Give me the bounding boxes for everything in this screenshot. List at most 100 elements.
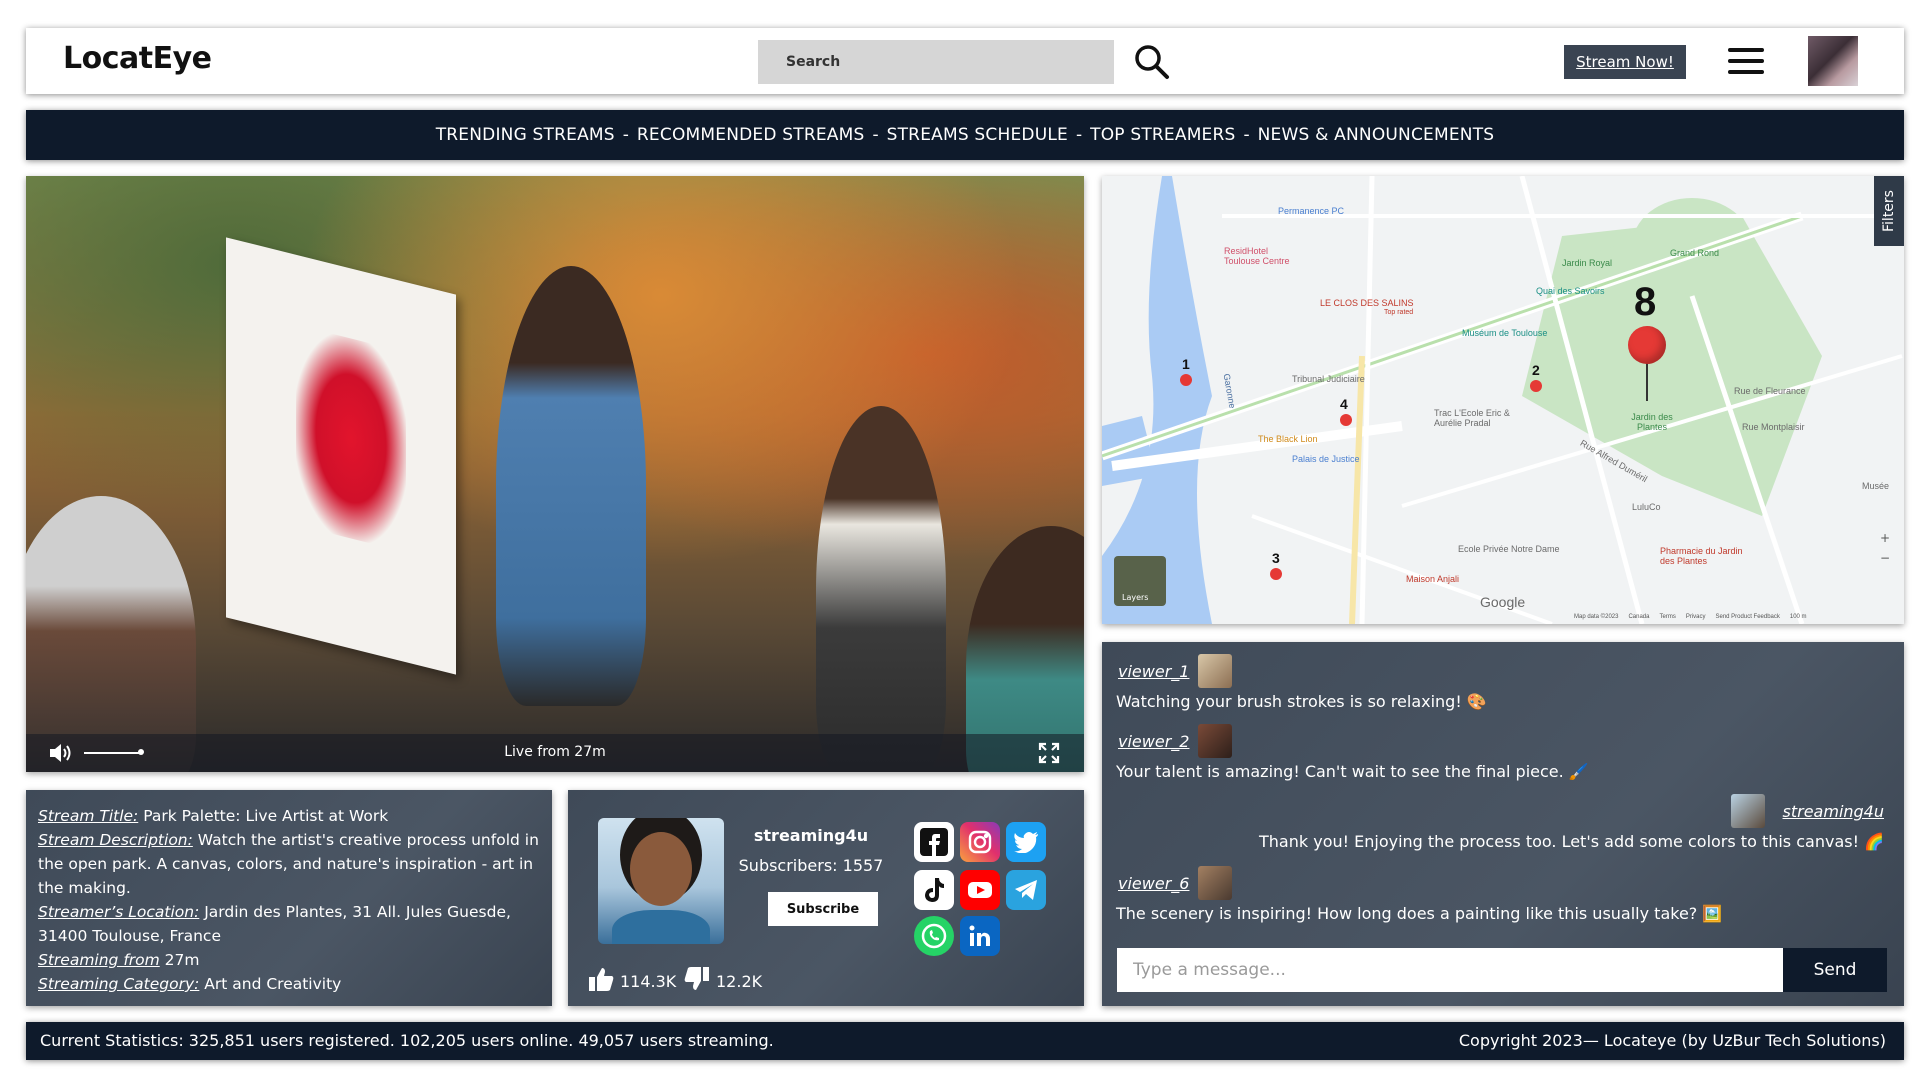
map-privacy-link[interactable]: Privacy <box>1686 614 1706 620</box>
chat-username[interactable]: viewer_1 <box>1118 662 1189 681</box>
like-count: 114.3K <box>620 971 677 991</box>
map-layers-button[interactable]: Layers <box>1114 556 1166 606</box>
map-pin-1[interactable]: 1 <box>1182 356 1190 372</box>
map-filters-tab[interactable]: Filters <box>1874 176 1904 246</box>
chat-username[interactable]: viewer_2 <box>1118 732 1189 751</box>
map-pin-4[interactable]: 4 <box>1340 396 1348 412</box>
zoom-in-icon[interactable]: + <box>1876 528 1894 548</box>
nav-separator: - <box>1075 125 1083 145</box>
map-place-label: The Black Lion <box>1258 434 1318 444</box>
streamer-avatar[interactable] <box>598 818 724 944</box>
map-place-label: Trac L'Ecole Eric & Aurélie Pradal <box>1434 408 1510 428</box>
user-avatar[interactable] <box>1808 36 1858 86</box>
chat-panel: viewer_1 Watching your brush strokes is … <box>1102 642 1904 1006</box>
map-pin-marker[interactable] <box>1270 568 1282 580</box>
streamer-location-row: Streamer’s Location: Jardin des Plantes,… <box>38 900 540 948</box>
map-feedback-link[interactable]: Send Product Feedback <box>1716 614 1780 620</box>
nav-top-streamers[interactable]: TOP STREAMERS <box>1090 125 1235 145</box>
fullscreen-icon[interactable] <box>1038 742 1060 764</box>
streaming-from-value: 27m <box>159 951 200 969</box>
streaming-category-value: Art and Creativity <box>199 975 342 993</box>
map-pin-marker[interactable] <box>1340 414 1352 426</box>
search-input[interactable] <box>758 40 1114 84</box>
tiktok-icon[interactable] <box>914 870 954 910</box>
map-place-label: LuluCo <box>1632 502 1661 512</box>
chat-username[interactable]: viewer_6 <box>1118 874 1189 893</box>
instagram-icon[interactable] <box>960 822 1000 862</box>
map-pin-marker[interactable] <box>1628 326 1666 364</box>
nav-separator: - <box>1243 125 1250 145</box>
map-pin-marker[interactable] <box>1530 380 1542 392</box>
map-pin-marker[interactable] <box>1180 374 1192 386</box>
map-place-label: Rue de Fleurance <box>1734 386 1806 396</box>
subscribe-button[interactable]: Subscribe <box>768 892 878 926</box>
map-place-label: Permanence PC <box>1278 206 1345 216</box>
streamer-name[interactable]: streaming4u <box>734 826 888 845</box>
like-button[interactable]: 114.3K <box>588 966 676 996</box>
map-place-label: Jardin Royal <box>1562 258 1613 268</box>
site-logo[interactable]: LocatEye <box>63 41 212 76</box>
spectator-figure <box>26 496 196 772</box>
streaming-category-label: Streaming Category: <box>38 975 200 993</box>
map-place-label: LE CLOS DES SALINS <box>1320 298 1414 308</box>
copyright-text: Copyright 2023— Locateye (by UzBur Tech … <box>1458 1031 1886 1050</box>
map-place-label: Grand Rond <box>1670 248 1720 258</box>
nav-recommended-streams[interactable]: RECOMMENDED STREAMS <box>637 125 865 145</box>
video-player[interactable]: Live from 27m <box>26 176 1084 772</box>
map-place-label: Pharmacie du Jardin des Plantes <box>1660 546 1743 566</box>
hamburger-menu-icon[interactable] <box>1728 48 1764 76</box>
live-duration-label: Live from 27m <box>504 744 606 760</box>
stream-map[interactable]: Permanence PC ResidHotel Toulouse Centre… <box>1102 176 1904 624</box>
dislike-button[interactable]: 12.2K <box>684 966 762 996</box>
streaming-from-label: Streaming from <box>38 951 160 969</box>
main-nav: TRENDING STREAMS - RECOMMENDED STREAMS -… <box>26 110 1904 160</box>
footer-bar: Current Statistics: 325,851 users regist… <box>26 1022 1904 1060</box>
map-place-label: Top rated <box>1384 309 1414 316</box>
nav-separator: - <box>622 125 629 145</box>
map-zoom-controls[interactable]: + − <box>1876 528 1894 608</box>
map-place-label: Rue Montplaisir <box>1742 422 1805 432</box>
chat-message-input[interactable] <box>1117 948 1783 992</box>
youtube-icon[interactable] <box>960 870 1000 910</box>
zoom-out-icon[interactable]: − <box>1876 548 1894 568</box>
send-button[interactable]: Send <box>1783 948 1887 992</box>
subscriber-count: Subscribers: 1557 <box>738 856 884 875</box>
map-terms-link[interactable]: Terms <box>1659 614 1675 620</box>
map-pin-8[interactable]: 8 <box>1634 280 1656 325</box>
facebook-icon[interactable] <box>914 822 954 862</box>
nav-separator: - <box>872 125 879 145</box>
chat-message: The scenery is inspiring! How long does … <box>1116 904 1723 923</box>
dislike-count: 12.2K <box>716 971 763 991</box>
map-pin-3[interactable]: 3 <box>1272 550 1280 566</box>
linkedin-icon[interactable] <box>960 916 1000 956</box>
stream-description-row: Stream Description: Watch the artist's c… <box>38 828 540 900</box>
telegram-icon[interactable] <box>1006 870 1046 910</box>
whatsapp-icon[interactable] <box>914 916 954 956</box>
chat-user-avatar[interactable] <box>1198 724 1232 758</box>
stream-now-button[interactable]: Stream Now! <box>1564 45 1686 79</box>
twitter-icon[interactable] <box>1006 822 1046 862</box>
map-place-label: Musée <box>1862 481 1890 491</box>
map-place-label: Tribunal Judiciaire <box>1292 374 1365 384</box>
nav-streams-schedule[interactable]: STREAMS SCHEDULE <box>887 125 1068 145</box>
nav-news-announcements[interactable]: NEWS & ANNOUNCEMENTS <box>1258 125 1495 145</box>
nav-trending-streams[interactable]: TRENDING STREAMS <box>436 125 615 145</box>
streaming-category-row: Streaming Category: Art and Creativity <box>38 972 540 996</box>
map-place-label: Palais de Justice <box>1292 454 1360 464</box>
chat-message: Watching your brush strokes is so relaxi… <box>1116 692 1487 711</box>
chat-user-avatar[interactable] <box>1731 794 1765 828</box>
chat-username[interactable]: streaming4u <box>1783 802 1884 821</box>
easel-canvas-image <box>226 237 456 675</box>
chat-user-avatar[interactable] <box>1198 654 1232 688</box>
google-logo: Google <box>1480 594 1526 610</box>
chat-message: Your talent is amazing! Can't wait to se… <box>1116 762 1589 781</box>
search-icon[interactable] <box>1132 42 1172 82</box>
video-controls-bar: Live from 27m <box>26 734 1084 772</box>
map-pin-2[interactable]: 2 <box>1532 362 1540 378</box>
streamer-location-label: Streamer’s Location: <box>38 903 200 921</box>
spectator-figure <box>816 406 946 772</box>
top-header: LocatEye Stream Now! <box>26 28 1904 94</box>
chat-user-avatar[interactable] <box>1198 866 1232 900</box>
chat-message: Thank you! Enjoying the process too. Let… <box>1259 832 1884 851</box>
thumbs-down-icon <box>684 966 710 996</box>
